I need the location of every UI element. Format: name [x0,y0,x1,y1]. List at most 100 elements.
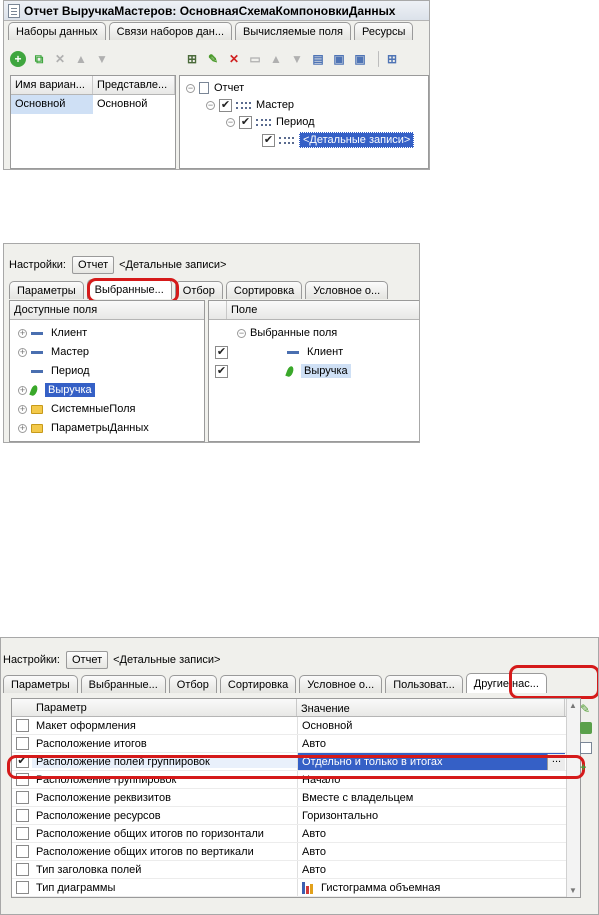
tree-node-master[interactable]: − ✔ Мастер [206,97,294,113]
structure-up-icon[interactable]: ▲ [268,51,284,67]
param-value[interactable]: Основной [297,717,565,734]
structure-down-icon[interactable]: ▼ [289,51,305,67]
tab-calculated-fields[interactable]: Вычисляемые поля [235,22,352,40]
field-checkbox[interactable]: ✔ [215,364,228,378]
param-checkbox[interactable] [15,881,29,894]
group-down-icon[interactable]: ▣ [352,51,368,67]
selected-fields-group[interactable]: − Выбранные поля [237,325,337,341]
tree-node-period[interactable]: − ✔ Период [226,114,315,130]
expand-icon[interactable]: + [18,423,27,433]
expand-icon[interactable]: + [18,347,27,357]
tab-parameters[interactable]: Параметры [9,281,84,299]
param-checkbox[interactable] [15,737,29,750]
param-row[interactable]: Расположение общих итогов по горизонтали… [12,825,580,843]
field-master[interactable]: + Мастер [18,344,89,360]
add-group-icon[interactable]: ⊞ [184,51,200,67]
delete-icon[interactable]: ✕ [226,51,242,67]
param-checkbox[interactable] [15,845,29,858]
edit-icon[interactable]: ✎ [580,702,592,716]
selected-field-revenue[interactable]: ✔ Выручка [215,363,419,379]
tab-selected-fields[interactable]: Выбранные... [80,675,166,693]
tab-conditional[interactable]: Условное о... [305,281,389,299]
param-value[interactable]: Горизонтально [297,807,565,824]
param-value[interactable]: Начало [297,771,565,788]
expand-icon[interactable]: + [18,328,27,338]
param-row[interactable]: Тип заголовка полей Авто [12,861,580,879]
param-row[interactable]: Макет оформления Основной [12,717,580,735]
param-checkbox[interactable] [15,773,29,786]
param-value-selected[interactable]: Отдельно и только в итогах ... [297,753,565,770]
new-table-icon[interactable]: ⊞ [384,51,400,67]
copy-variant-icon[interactable]: ⧉ [31,51,47,67]
param-value[interactable]: Гистограмма объемная [297,879,565,896]
tab-sorting[interactable]: Сортировка [225,281,303,299]
variant-name-cell[interactable]: Основной [11,95,93,114]
col-presentation[interactable]: Представле... [93,76,175,94]
param-checkbox[interactable] [15,827,29,840]
vertical-scrollbar[interactable]: ▲ ▼ [566,699,580,897]
expand-icon[interactable]: + [18,404,27,414]
param-row[interactable]: Расположение ресурсов Горизонтально [12,807,580,825]
field-client[interactable]: + Клиент [18,325,87,341]
field-data-parameters[interactable]: + ПараметрыДанных [18,420,149,436]
tab-datasets[interactable]: Наборы данных [8,22,106,40]
tab-dataset-links[interactable]: Связи наборов дан... [108,22,233,40]
node-checkbox[interactable]: ✔ [262,133,275,147]
move-up-icon[interactable]: ▲ [73,51,89,67]
param-checkbox-checked[interactable]: ✔ [15,755,29,768]
selected-field-client[interactable]: ✔ Клиент [215,344,419,360]
collapse-icon[interactable]: − [206,100,215,110]
tab-other-settings[interactable]: Другие нас... [465,673,547,693]
variant-row[interactable]: Основной Основной [11,95,175,114]
col-variant-name[interactable]: Имя вариан... [11,76,93,94]
add-icon[interactable]: + [580,762,592,774]
param-checkbox[interactable] [15,809,29,822]
collapse-icon[interactable]: − [186,83,195,93]
col-parameter[interactable]: Параметр [32,699,297,716]
param-row[interactable]: Расположение общих итогов по вертикали А… [12,843,580,861]
group-up-icon[interactable]: ▣ [331,51,347,67]
param-checkbox[interactable] [15,791,29,804]
param-row[interactable]: Тип диаграммы Гистограмма объемная [12,879,580,897]
edit-icon[interactable]: ✎ [205,51,221,67]
report-button[interactable]: Отчет [72,256,115,274]
param-value[interactable]: Авто [297,735,565,752]
cut-icon[interactable]: ▭ [247,51,263,67]
check-all-icon[interactable] [580,722,592,734]
tab-sorting[interactable]: Сортировка [219,675,297,693]
tree-node-report[interactable]: − Отчет [186,80,244,96]
collapse-icon[interactable]: − [226,117,235,127]
field-revenue[interactable]: + Выручка [18,382,95,398]
expand-icon[interactable]: + [18,385,27,395]
tab-resources[interactable]: Ресурсы [354,22,414,40]
param-value[interactable]: Авто [297,861,565,878]
col-value[interactable]: Значение [297,699,565,716]
ellipsis-button[interactable]: ... [547,753,565,770]
param-row[interactable]: Расположение группировок Начало [12,771,580,789]
add-variant-icon[interactable]: + [10,51,26,67]
field-system-fields[interactable]: + СистемныеПоля [18,401,135,417]
field-period[interactable]: Период [31,363,90,379]
collapse-icon[interactable]: − [237,328,246,338]
param-checkbox[interactable] [15,719,29,732]
param-row[interactable]: Расположение реквизитов Вместе с владель… [12,789,580,807]
tab-filter[interactable]: Отбор [174,281,223,299]
tree-node-detail-records[interactable]: ✔ <Детальные записи> [262,132,415,148]
settings-icon[interactable]: ▤ [310,51,326,67]
param-row[interactable]: Расположение итогов Авто [12,735,580,753]
scroll-up-icon[interactable]: ▲ [569,701,577,710]
scroll-down-icon[interactable]: ▼ [569,886,577,895]
param-value[interactable]: Авто [297,843,565,860]
move-down-icon[interactable]: ▼ [94,51,110,67]
field-checkbox[interactable]: ✔ [215,345,228,359]
delete-variant-icon[interactable]: ✕ [52,51,68,67]
report-button[interactable]: Отчет [66,651,109,669]
tab-parameters[interactable]: Параметры [3,675,78,693]
param-row-selected[interactable]: ✔ Расположение полей группировок Отдельн… [12,753,580,771]
node-checkbox[interactable]: ✔ [219,98,232,112]
variant-presentation-cell[interactable]: Основной [93,95,175,114]
tab-selected-fields[interactable]: Выбранные... [86,279,172,299]
param-value[interactable]: Вместе с владельцем [297,789,565,806]
tab-conditional[interactable]: Условное о... [299,675,383,693]
tab-filter[interactable]: Отбор [168,675,217,693]
